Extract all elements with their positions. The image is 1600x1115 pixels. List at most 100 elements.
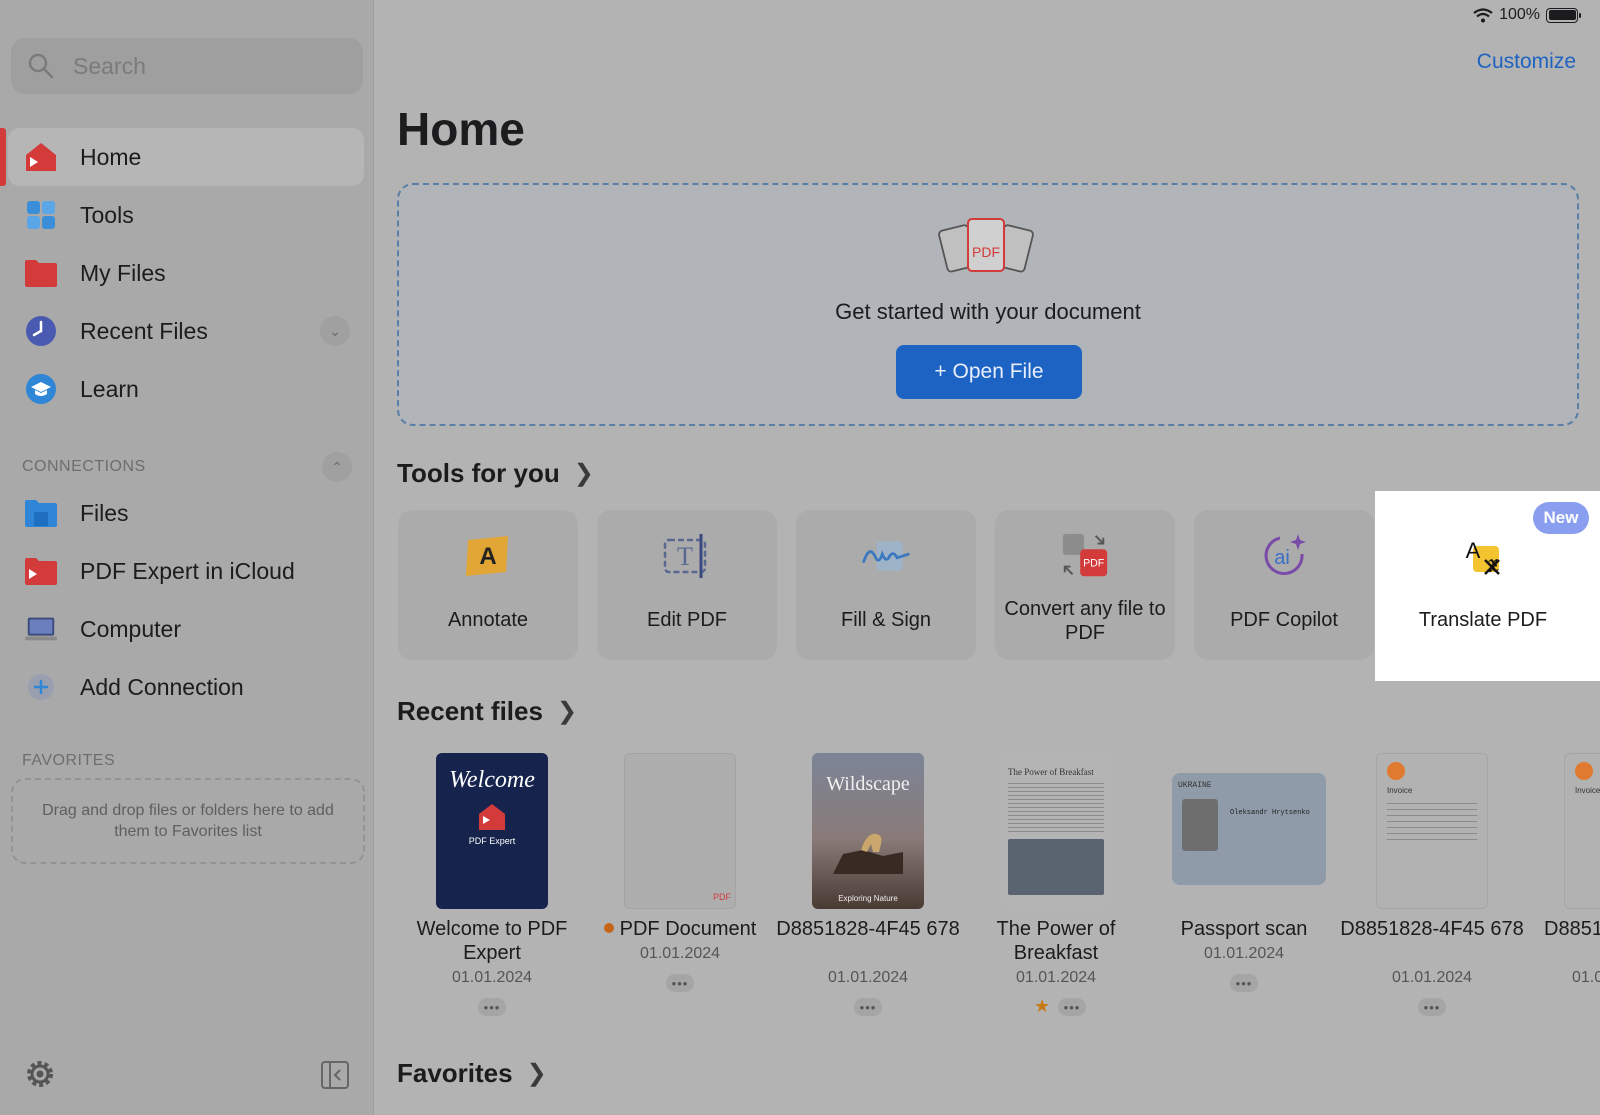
file-thumbnail: Invoice: [1376, 753, 1488, 909]
file-date: 01.01.2024: [1391, 969, 1473, 986]
pdf-expert-logo-icon: [479, 804, 505, 830]
active-indicator: [0, 128, 6, 186]
more-options-icon[interactable]: •••: [478, 998, 506, 1016]
star-icon[interactable]: ★: [1034, 996, 1050, 1017]
chevron-down-icon[interactable]: ⌄: [320, 316, 350, 346]
more-options-icon[interactable]: •••: [666, 974, 694, 992]
thumb-food-image: [1008, 839, 1104, 895]
tool-label: Fill & Sign: [840, 609, 932, 631]
edit-text-icon: T: [661, 530, 713, 582]
sidebar: Search Home Tools My Files Recent Files …: [0, 0, 374, 1115]
sidebar-item-learn[interactable]: Learn: [8, 360, 364, 418]
sidebar-item-label: Learn: [80, 375, 139, 402]
more-options-icon[interactable]: •••: [1418, 998, 1446, 1016]
pdf-documents-icon: PDF: [938, 218, 1034, 273]
sidebar-item-add-connection[interactable]: Add Connection: [8, 658, 364, 716]
thumb-subtitle: PDF Expert: [468, 836, 516, 846]
file-thumbnail: The Power of Breakfast: [1000, 753, 1112, 909]
sidebar-item-pdf-expert-icloud[interactable]: PDF Expert in iCloud: [8, 542, 364, 600]
search-input[interactable]: Search: [11, 38, 363, 94]
sidebar-item-recent-files[interactable]: Recent Files ⌄: [8, 302, 364, 360]
sidebar-item-tools[interactable]: Tools: [8, 186, 364, 244]
gear-icon[interactable]: [24, 1058, 56, 1090]
favorites-drop-zone[interactable]: Drag and drop files or folders here to a…: [11, 778, 365, 864]
file-thumbnail: PDF: [624, 753, 736, 909]
clock-icon: [24, 314, 58, 348]
search-placeholder: Search: [73, 52, 146, 79]
sidebar-item-label: Computer: [80, 615, 181, 642]
recent-file[interactable]: Invoice D8851 01.0: [1526, 753, 1600, 1013]
thumb-title: Welcome: [449, 767, 535, 793]
laptop-icon: [24, 612, 58, 646]
search-icon: [28, 53, 54, 79]
passport-photo: [1182, 799, 1218, 851]
collapse-sidebar-icon[interactable]: [320, 1060, 350, 1090]
favorites-hint: Drag and drop files or folders here to a…: [42, 802, 334, 840]
status-bar: 100%: [1473, 6, 1581, 24]
sidebar-item-home[interactable]: Home: [8, 128, 364, 186]
dropzone-text: Get started with your document: [835, 299, 1141, 324]
file-name: D8851828-4F45 678: [1340, 918, 1524, 940]
tool-edit-pdf[interactable]: T Edit PDF: [597, 510, 777, 660]
more-options-icon[interactable]: •••: [1058, 998, 1086, 1016]
customize-button[interactable]: Customize: [1477, 50, 1576, 74]
tool-label: Translate PDF: [1418, 609, 1548, 631]
svg-text:A: A: [1466, 538, 1481, 563]
file-name: Passport scan: [1180, 918, 1308, 940]
more-options-icon[interactable]: •••: [1230, 974, 1258, 992]
unread-dot: [603, 922, 614, 933]
thumb-title: The Power of Breakfast: [1008, 767, 1094, 777]
file-date: 01.01.2024: [1203, 945, 1285, 962]
tool-fill-sign[interactable]: Fill & Sign: [796, 510, 976, 660]
tools-grid-icon: [24, 198, 58, 232]
thumb-title: Invoice: [1387, 786, 1413, 795]
tools-section-title: Tools for you: [397, 458, 560, 488]
thumb-title: Invoice: [1575, 786, 1600, 795]
file-name-text: PDF Document: [619, 918, 757, 940]
file-date: 01.01.2024: [639, 945, 721, 962]
favorites-section-title: Favorites: [397, 1058, 513, 1088]
file-name: The Power of Breakfast: [996, 918, 1116, 964]
chevron-right-icon: ❯: [526, 1060, 547, 1087]
thumb-text-lines: [1008, 783, 1104, 833]
tool-pdf-copilot[interactable]: ai PDF Copilot: [1194, 510, 1374, 660]
favorites-section-header[interactable]: Favorites ❯: [397, 1058, 547, 1089]
chevron-up-icon[interactable]: ⌃: [322, 452, 352, 482]
page-title: Home: [397, 103, 525, 155]
wifi-icon: [1473, 7, 1493, 22]
chevron-right-icon: ❯: [556, 698, 578, 725]
thumb-subtitle: Oleksandr Hrytsenko: [1230, 809, 1310, 817]
sidebar-item-label: PDF Expert in iCloud: [80, 557, 295, 584]
sidebar-item-computer[interactable]: Computer: [8, 600, 364, 658]
plus-icon: [24, 670, 58, 704]
file-date: 01.0: [1572, 969, 1600, 986]
svg-text:ai: ai: [1274, 547, 1290, 569]
tool-convert[interactable]: PDF Convert any file to PDF: [995, 510, 1175, 660]
tool-annotate[interactable]: A Annotate: [398, 510, 578, 660]
sidebar-item-files[interactable]: Files: [8, 484, 364, 542]
file-name: PDF Document: [586, 917, 774, 941]
open-file-button[interactable]: + Open File: [896, 345, 1082, 399]
signature-icon: [860, 530, 912, 582]
leopard-image: [833, 833, 903, 874]
more-options-icon[interactable]: •••: [854, 998, 882, 1016]
favorites-heading: FAVORITES: [22, 752, 116, 769]
file-thumbnail: UKRAINE Oleksandr Hrytsenko: [1172, 773, 1326, 885]
sidebar-item-label: Home: [80, 143, 142, 170]
tool-label: Edit PDF: [646, 609, 728, 631]
recent-section-header[interactable]: Recent files ❯: [397, 696, 577, 727]
file-drop-zone[interactable]: PDF Get started with your document + Ope…: [397, 183, 1579, 426]
sidebar-item-my-files[interactable]: My Files: [8, 244, 364, 302]
annotate-icon: A: [462, 530, 514, 582]
recent-section-title: Recent files: [397, 696, 543, 726]
home-icon: [24, 140, 58, 174]
invoice-logo-icon: [1387, 762, 1405, 780]
tool-label: PDF Copilot: [1230, 609, 1338, 631]
sidebar-item-label: Files: [80, 499, 129, 526]
translate-icon: A𝔛: [1457, 530, 1509, 582]
file-name: D8851: [1544, 918, 1600, 940]
invoice-logo-icon: [1575, 762, 1593, 780]
tools-section-header[interactable]: Tools for you ❯: [397, 458, 594, 489]
sidebar-item-label: My Files: [80, 259, 166, 286]
tool-label: Convert any file to PDF: [1004, 598, 1166, 644]
